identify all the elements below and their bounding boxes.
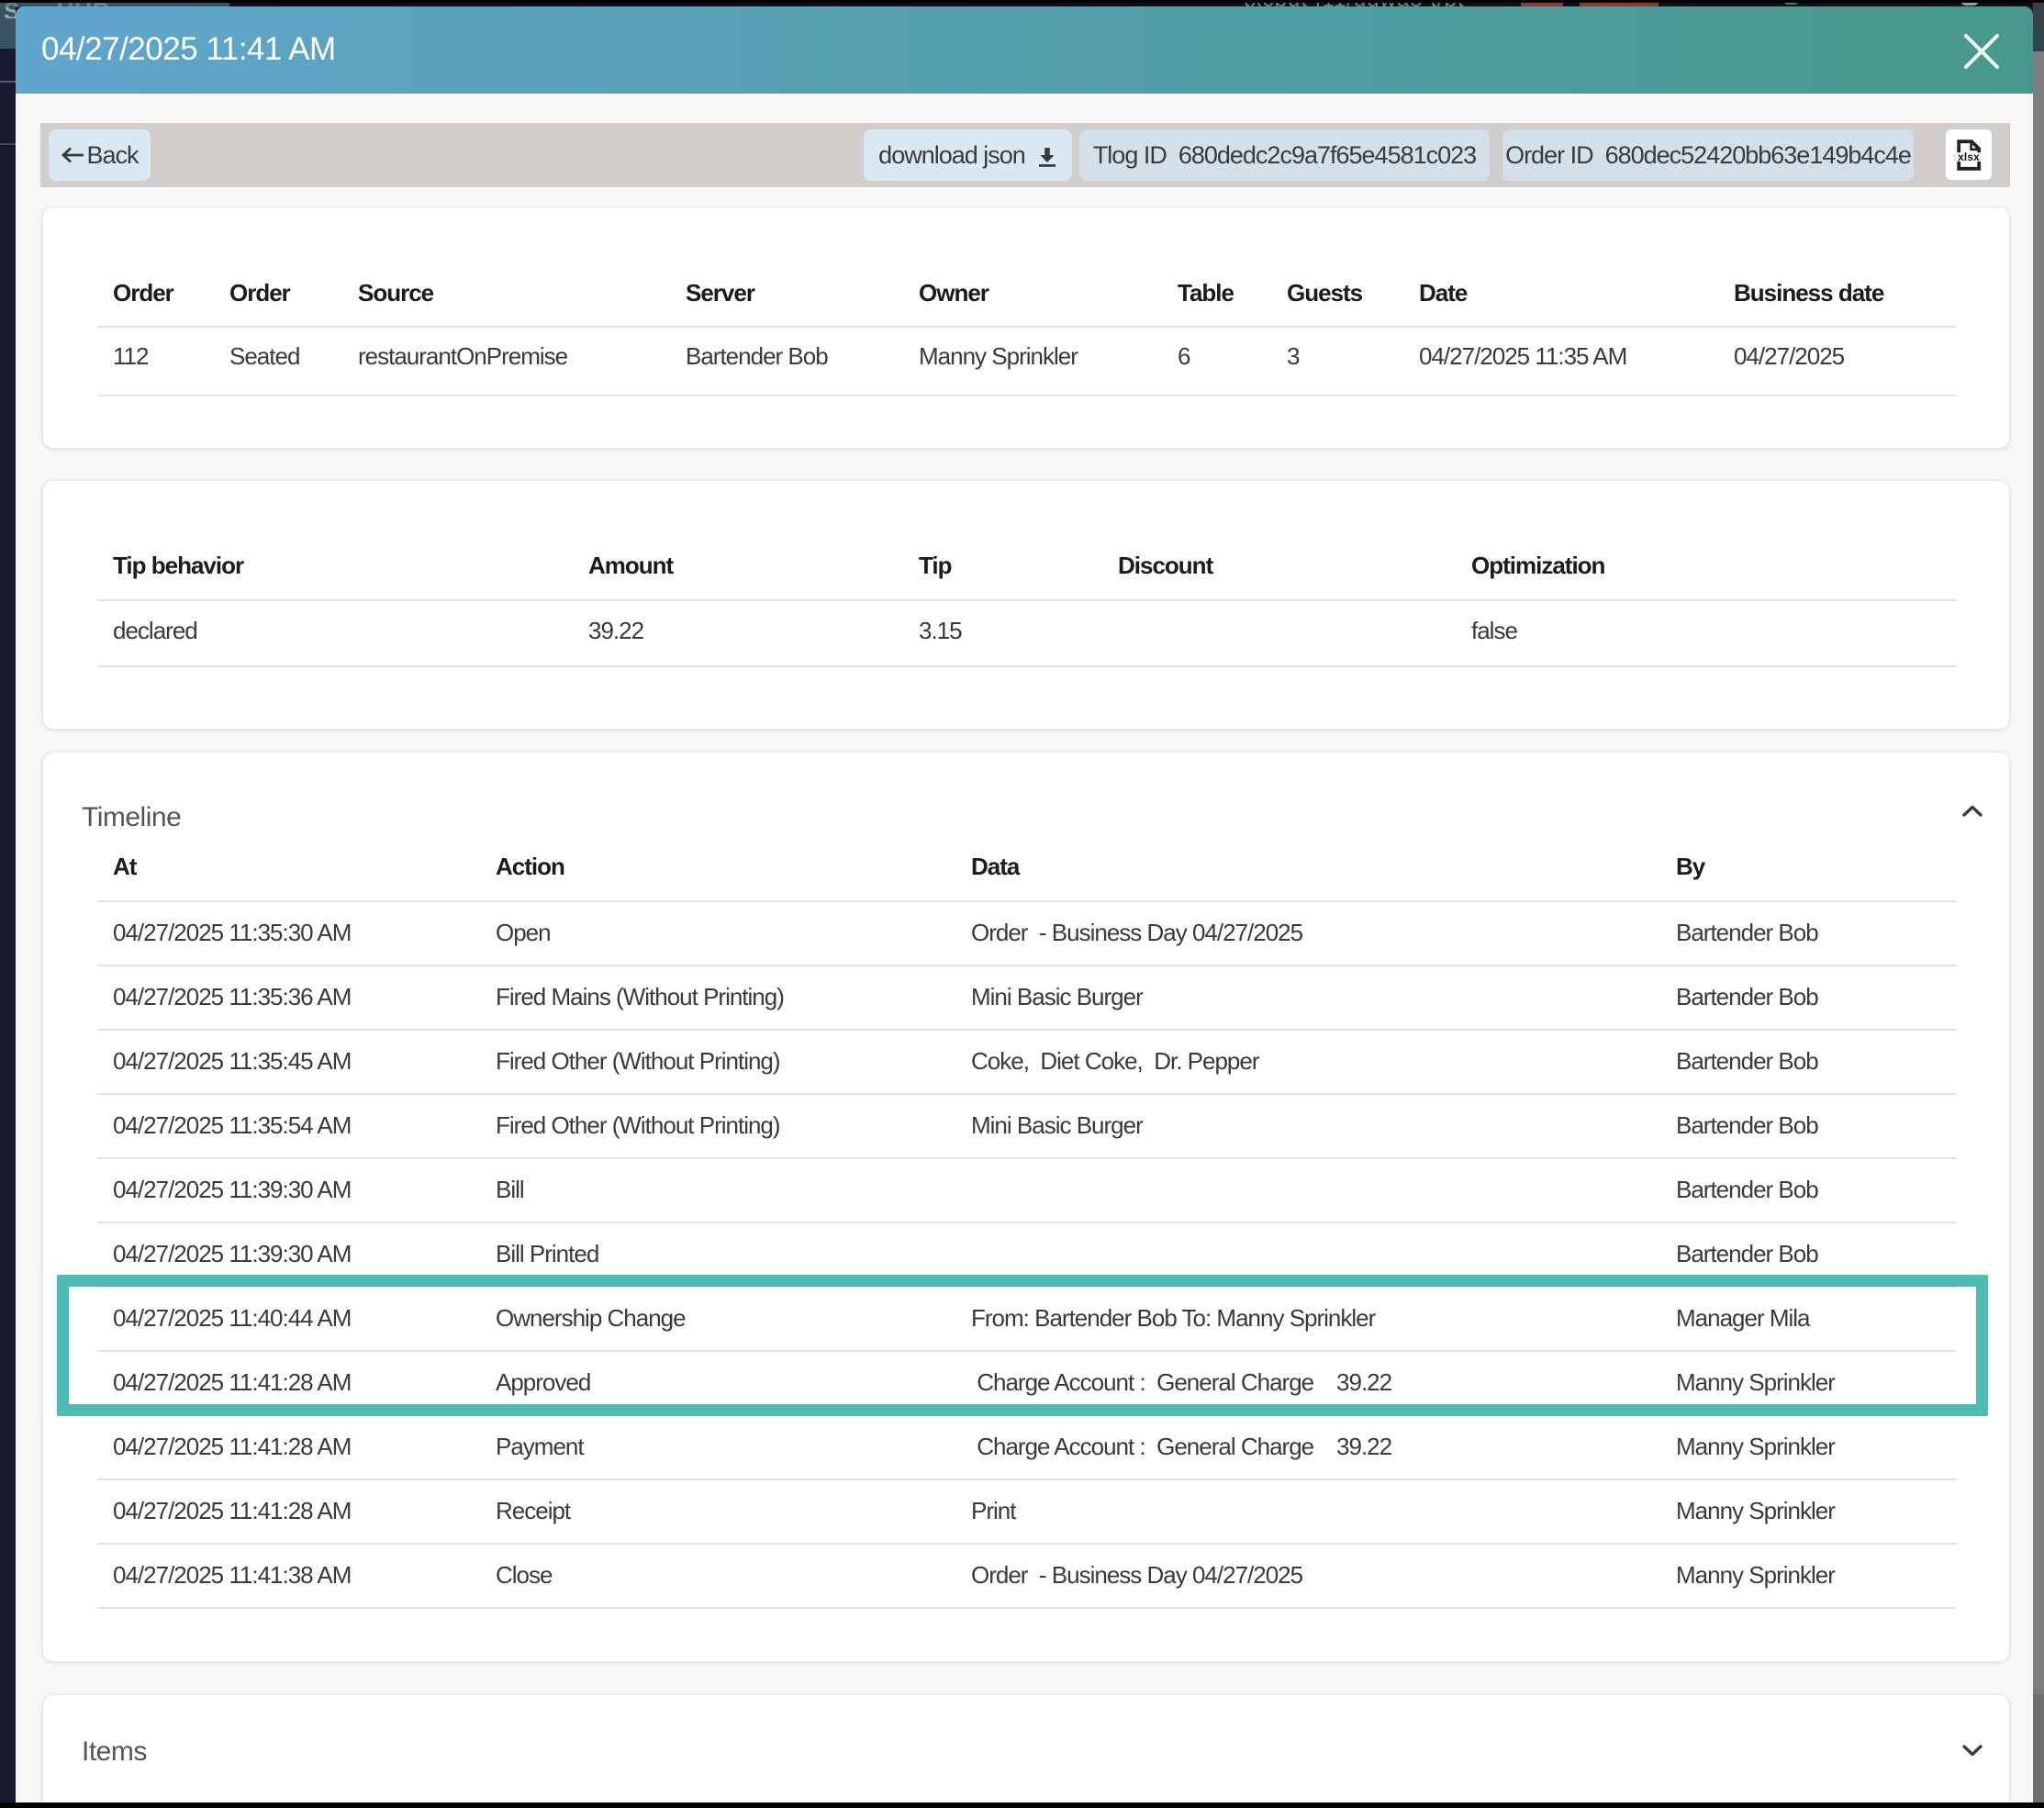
svg-text:xlsx: xlsx bbox=[1958, 150, 1980, 162]
